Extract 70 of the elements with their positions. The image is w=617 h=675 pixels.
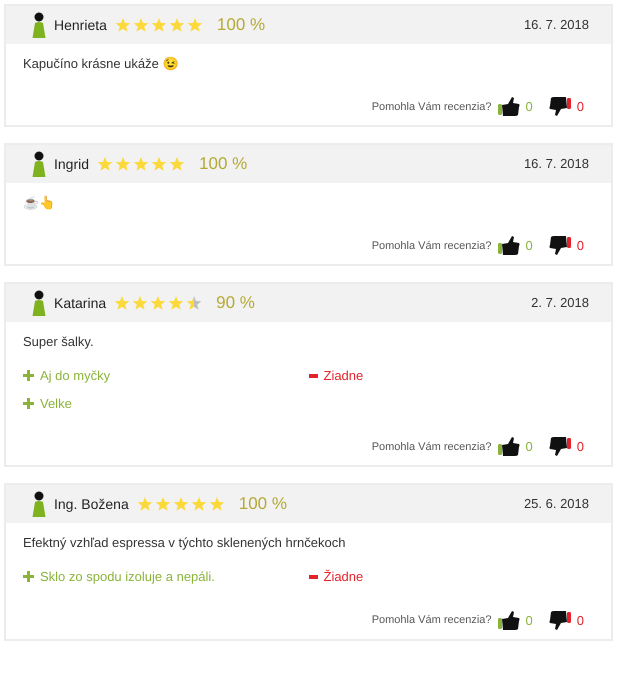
review-date: 2. 7. 2018	[531, 294, 589, 312]
star-icon	[114, 295, 130, 311]
star-icon	[115, 156, 132, 172]
star-icon	[186, 17, 203, 33]
rating-percent: 100 %	[216, 14, 266, 36]
helpful-question: Pomohla Vám recenzia?	[372, 440, 492, 455]
like-count: 0	[526, 237, 533, 256]
thumbs-down-icon[interactable]	[548, 437, 571, 457]
pro-text: Aj do myčky	[40, 367, 110, 385]
star-icon	[150, 17, 167, 33]
star-icon	[136, 496, 153, 512]
helpful-question: Pomohla Vám recenzia?	[372, 613, 492, 628]
star-icon	[168, 295, 184, 311]
review-date: 16. 7. 2018	[524, 16, 589, 34]
thumbs-down-icon[interactable]	[548, 97, 571, 117]
rating-percent: 100 %	[199, 153, 248, 176]
star-icon	[169, 156, 186, 172]
user-icon	[32, 290, 46, 316]
star-icon	[97, 156, 114, 172]
star-icon	[208, 496, 225, 512]
user-icon	[32, 151, 46, 177]
user-icon	[32, 12, 46, 38]
thumbs-up-icon[interactable]	[498, 236, 520, 256]
con-text: Ziadne	[324, 367, 364, 385]
user-icon	[32, 491, 46, 517]
thumbs-up-icon[interactable]	[498, 97, 520, 117]
plus-icon	[23, 398, 34, 409]
review-date: 16. 7. 2018	[524, 155, 589, 174]
like-count: 0	[526, 438, 533, 456]
review-text: Efektný vzhľad espressa v týchto sklenených hrnčekoch	[23, 534, 346, 552]
plus-icon	[23, 370, 34, 382]
minus-icon	[308, 374, 318, 378]
star-icon	[172, 496, 189, 512]
star-icon	[151, 156, 168, 172]
dislike-count: 0	[576, 612, 584, 630]
star-icon	[132, 295, 148, 311]
thumbs-down-icon[interactable]	[548, 236, 571, 256]
star-icon	[114, 17, 131, 33]
dislike-count: 0	[576, 237, 584, 256]
pro-text: Velke	[40, 394, 72, 412]
star-icon	[186, 295, 202, 311]
thumbs-down-icon[interactable]	[548, 610, 571, 630]
helpful-question: Pomohla Vám recenzia?	[372, 100, 492, 115]
dislike-count: 0	[576, 98, 584, 116]
star-icon	[190, 496, 207, 512]
star-icon	[150, 295, 166, 311]
minus-icon	[308, 574, 318, 579]
helpful-question: Pomohla Vám recenzia?	[372, 238, 492, 254]
author-name: Katarina	[54, 294, 106, 312]
rating-percent: 90 %	[216, 292, 255, 314]
author-name: Henrieta	[54, 16, 107, 34]
star-icon	[133, 156, 150, 172]
thumbs-up-icon[interactable]	[498, 610, 520, 630]
star-icon	[132, 17, 149, 33]
review-text: Kapučíno krásne ukáže 😉	[23, 55, 180, 73]
like-count: 0	[526, 612, 533, 630]
star-icon	[168, 17, 185, 33]
plus-icon	[23, 571, 34, 582]
dislike-count: 0	[576, 438, 584, 456]
rating-percent: 100 %	[238, 493, 287, 516]
pro-text: Sklo zo spodu izoluje a nepáli.	[40, 568, 215, 586]
review-text: Super šalky.	[23, 333, 95, 351]
like-count: 0	[526, 98, 533, 116]
star-icon	[154, 496, 171, 512]
review-text: ☕👆	[23, 194, 56, 212]
thumbs-up-icon[interactable]	[498, 437, 520, 457]
author-name: Ing. Božena	[54, 494, 129, 514]
author-name: Ingrid	[54, 154, 90, 174]
con-text: Žiadne	[324, 568, 364, 586]
review-date: 25. 6. 2018	[524, 495, 589, 514]
